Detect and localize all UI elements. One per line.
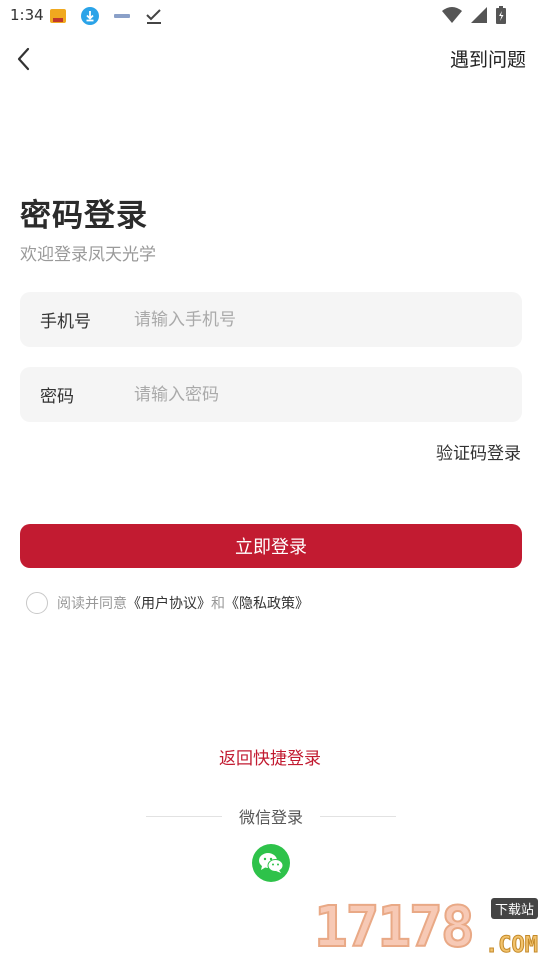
app-notification-icon: [114, 14, 130, 18]
site-watermark: 17178 下载站 .COM: [313, 895, 540, 960]
app-notification-icon: [50, 9, 66, 23]
agreement-row: 阅读并同意 《用户协议》 和 《隐私政策》: [26, 592, 309, 614]
status-time: 1:34: [10, 6, 44, 24]
watermark-digits: 17178: [313, 895, 476, 960]
wifi-icon: [442, 7, 462, 23]
user-agreement-link[interactable]: 《用户协议》: [127, 593, 211, 613]
system-icons: [442, 6, 506, 24]
download-icon: [81, 7, 99, 25]
status-bar: 1:34: [0, 0, 540, 32]
agreement-conjunction: 和: [211, 596, 225, 612]
watermark-badge: 下载站: [490, 898, 538, 919]
divider-line-left: [146, 815, 222, 817]
wechat-icon: [259, 853, 284, 873]
phone-input[interactable]: [134, 299, 522, 340]
phone-field: 手机号: [20, 292, 522, 347]
login-screen: 1:34 遇到问题 密码登录 欢迎登录凤天光学 手机号 请输入手机号 密码 验证…: [0, 0, 540, 960]
watermark-domain: .COM: [485, 933, 539, 959]
top-nav: 遇到问题: [0, 36, 540, 82]
agreement-prefix: 阅读并同意: [57, 596, 127, 612]
password-label: 密码: [40, 387, 74, 407]
privacy-policy-link[interactable]: 《隐私政策》: [225, 593, 309, 613]
phone-label: 手机号: [40, 312, 91, 332]
battery-icon: [496, 6, 506, 24]
check-icon: [146, 9, 161, 24]
wechat-login-button[interactable]: [252, 844, 290, 882]
wechat-login-label: 微信登录: [238, 808, 303, 827]
password-field: 密码: [20, 367, 522, 422]
help-link[interactable]: 遇到问题: [450, 45, 526, 72]
quick-login-link[interactable]: 返回快捷登录: [0, 744, 540, 769]
divider-line-right: [319, 815, 396, 817]
sms-login-link[interactable]: 验证码登录: [436, 439, 521, 464]
cell-signal-icon: [471, 7, 487, 23]
page-subtitle: 欢迎登录凤天光学: [20, 245, 156, 265]
page-title: 密码登录: [20, 198, 148, 234]
agreement-checkbox[interactable]: [26, 592, 48, 614]
wechat-divider: 微信登录: [146, 804, 396, 828]
chevron-left-icon: [17, 47, 30, 71]
password-input[interactable]: [134, 374, 522, 415]
login-button[interactable]: 立即登录: [20, 524, 522, 568]
back-button[interactable]: [12, 44, 38, 74]
notification-icons: [48, 6, 164, 26]
